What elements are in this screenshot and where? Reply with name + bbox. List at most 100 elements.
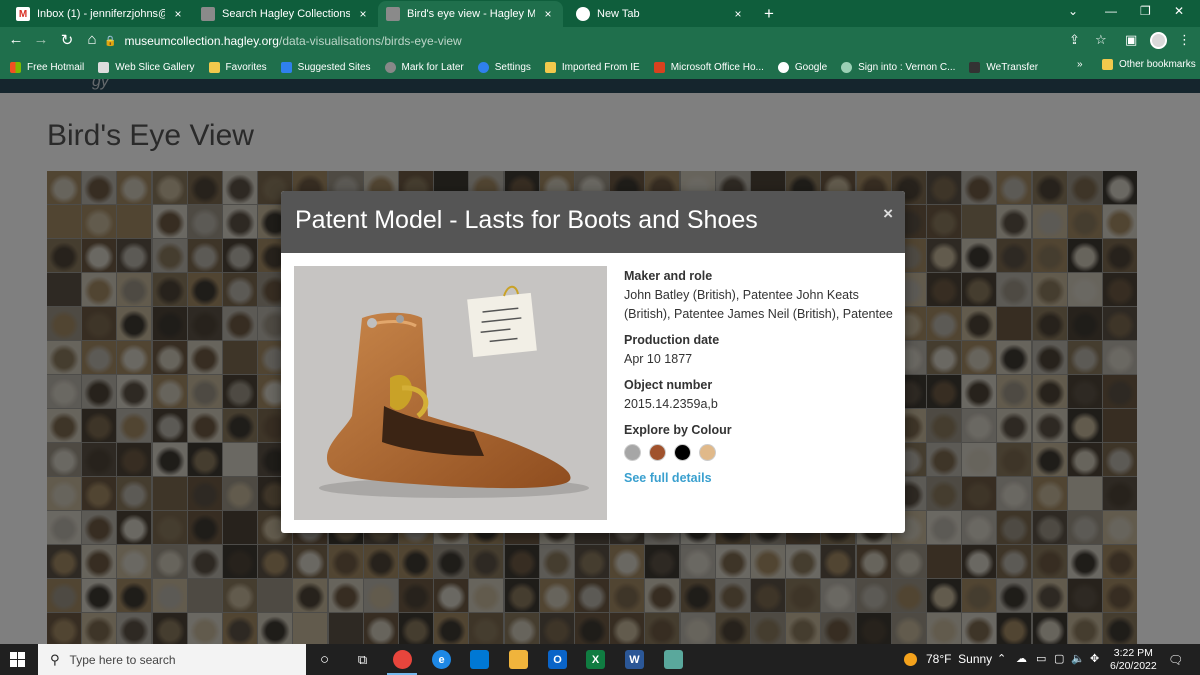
bookmark-label: Suggested Sites (297, 61, 371, 73)
bookmark-web-slice-gallery[interactable]: Web Slice Gallery (98, 61, 195, 73)
close-icon[interactable]: × (356, 7, 370, 21)
excel-icon[interactable]: X (586, 650, 605, 669)
object-details: Maker and role John Batley (British), Pa… (624, 267, 894, 488)
bookmarks-bar: Free Hotmail Web Slice Gallery Favorites… (0, 55, 1200, 79)
production-date-label: Production date (624, 333, 720, 347)
chrome-icon[interactable] (393, 650, 412, 669)
reload-icon[interactable]: ↻ (57, 31, 77, 49)
share-icon[interactable]: ⇪ (1069, 32, 1080, 48)
tab-gmail[interactable]: M Inbox (1) - jenniferzjohns@gmail × (8, 1, 193, 27)
url-host: museumcollection.hagley.org (124, 34, 279, 48)
volume-icon[interactable]: 🔈 (1071, 652, 1085, 665)
profile-avatar[interactable] (1150, 32, 1167, 49)
tab-title: Inbox (1) - jenniferzjohns@gmail (37, 8, 165, 20)
lock-icon[interactable]: 🔒 (104, 36, 116, 47)
bookmark-settings[interactable]: Settings (477, 61, 531, 73)
bookmark-free-hotmail[interactable]: Free Hotmail (10, 61, 84, 73)
tab-search-hagley[interactable]: Search Hagley Collections × (193, 1, 378, 27)
restore-icon[interactable]: ❐ (1140, 4, 1151, 18)
other-bookmarks[interactable]: Other bookmarks (1102, 59, 1196, 70)
edge-icon[interactable]: e (432, 650, 451, 669)
address-bar[interactable]: 🔒 museumcollection.hagley.org /data-visu… (104, 30, 1060, 52)
bookmark-label: Imported From IE (561, 61, 640, 73)
object-number-value: 2015.14.2359a,b (624, 397, 718, 411)
minimize-icon[interactable]: — (1105, 4, 1117, 18)
menu-dots-icon[interactable]: ⋮ (1178, 32, 1191, 48)
bookmark-microsoft-office[interactable]: Microsoft Office Ho... (653, 61, 764, 73)
web-slice-icon (98, 61, 110, 73)
battery-icon[interactable]: ▭ (1036, 652, 1046, 665)
file-explorer-icon[interactable] (509, 650, 528, 669)
bookmark-label: Other bookmarks (1119, 59, 1196, 70)
modal-close-button[interactable]: × (883, 204, 893, 224)
bookmark-star-icon[interactable]: ☆ (1095, 32, 1107, 48)
back-arrow-icon[interactable]: ← (6, 31, 26, 48)
word-icon[interactable]: W (625, 650, 644, 669)
bookmark-suggested-sites[interactable]: Suggested Sites (280, 61, 371, 73)
bookmark-wetransfer[interactable]: WeTransfer (969, 61, 1038, 73)
window-close-icon[interactable]: ✕ (1174, 4, 1184, 18)
onedrive-icon[interactable]: ☁ (1016, 652, 1027, 665)
bookmark-label: Mark for Later (401, 61, 464, 73)
task-view-icon[interactable]: ⧉ (353, 650, 372, 669)
close-icon[interactable]: × (731, 7, 745, 21)
cortana-icon[interactable]: ○ (315, 650, 334, 669)
windows-start-icon[interactable] (10, 652, 25, 667)
network-icon[interactable]: ▢ (1054, 652, 1064, 665)
side-panel-icon[interactable]: ▣ (1125, 32, 1137, 48)
windows-taskbar: ⚲ Type here to search ○ ⧉ e O X W 78°F S… (0, 644, 1200, 675)
search-placeholder: Type here to search (69, 652, 176, 667)
modal-title: Patent Model - Lasts for Boots and Shoes (295, 206, 758, 234)
wetransfer-icon (969, 61, 981, 73)
bookmark-imported-from-ie[interactable]: Imported From IE (544, 61, 640, 73)
new-tab-button[interactable]: + (764, 4, 774, 24)
colour-swatches (624, 444, 894, 461)
bookmark-mark-for-later[interactable]: Mark for Later (384, 61, 464, 73)
tab-birds-eye-view[interactable]: Bird's eye view - Hagley Museum × (378, 1, 563, 27)
store-icon[interactable] (470, 650, 489, 669)
object-photo (294, 266, 607, 520)
colour-swatch-tan[interactable] (699, 444, 716, 461)
search-icon: ⚲ (50, 651, 60, 667)
colour-swatch-brown[interactable] (649, 444, 666, 461)
clock-date: 6/20/2022 (1110, 660, 1157, 672)
google-icon (777, 61, 789, 73)
gear-icon (477, 61, 489, 73)
production-date-value: Apr 10 1877 (624, 352, 693, 366)
colour-swatch-grey[interactable] (624, 444, 641, 461)
explore-colour-label: Explore by Colour (624, 423, 732, 437)
bookmark-google[interactable]: Google (777, 61, 828, 73)
url-path: /data-visualisations/birds-eye-view (278, 34, 462, 48)
see-full-details-link[interactable]: See full details (624, 469, 894, 488)
hagley-icon (386, 7, 400, 21)
folder-icon (544, 61, 556, 73)
snipping-tool-icon[interactable] (664, 650, 683, 669)
dropbox-icon[interactable]: ✥ (1090, 652, 1099, 665)
bookmark-favorites[interactable]: Favorites (208, 61, 267, 73)
outlook-icon[interactable]: O (548, 650, 567, 669)
tray-chevron-icon[interactable]: ⌃ (997, 652, 1006, 665)
windows-logo-icon (10, 61, 21, 73)
taskbar-search-box[interactable]: ⚲ Type here to search (38, 644, 306, 675)
close-icon[interactable]: × (541, 7, 555, 21)
weather-widget[interactable]: 78°F Sunny (904, 652, 992, 666)
system-clock[interactable]: 3:22 PM 6/20/2022 (1110, 647, 1157, 673)
bookmarks-overflow-button[interactable]: » (1077, 59, 1083, 70)
notification-center-icon[interactable]: 🗨 (1168, 653, 1183, 667)
bookmark-label: Google (794, 61, 828, 73)
weather-condition: Sunny (958, 652, 993, 666)
bing-icon (280, 61, 292, 73)
colour-swatch-black[interactable] (674, 444, 691, 461)
shoe-last-illustration (294, 266, 607, 520)
tab-new-tab[interactable]: New Tab × (568, 1, 753, 27)
tab-search-chevron-icon[interactable]: ⌄ (1068, 4, 1078, 18)
page-viewport: gy Bird's Eye View Patent Model - Lasts … (0, 79, 1200, 644)
browser-toolbar: ← → ↻ ⌂ 🔒 museumcollection.hagley.org /d… (0, 27, 1200, 55)
forward-arrow-icon[interactable]: → (31, 31, 51, 48)
tab-title: New Tab (597, 8, 640, 20)
object-detail-modal: Patent Model - Lasts for Boots and Shoes… (281, 191, 905, 533)
folder-icon (1102, 59, 1113, 70)
close-icon[interactable]: × (171, 7, 185, 21)
bookmark-sign-into-vernon[interactable]: Sign into : Vernon C... (841, 61, 955, 73)
home-icon[interactable]: ⌂ (82, 31, 102, 48)
